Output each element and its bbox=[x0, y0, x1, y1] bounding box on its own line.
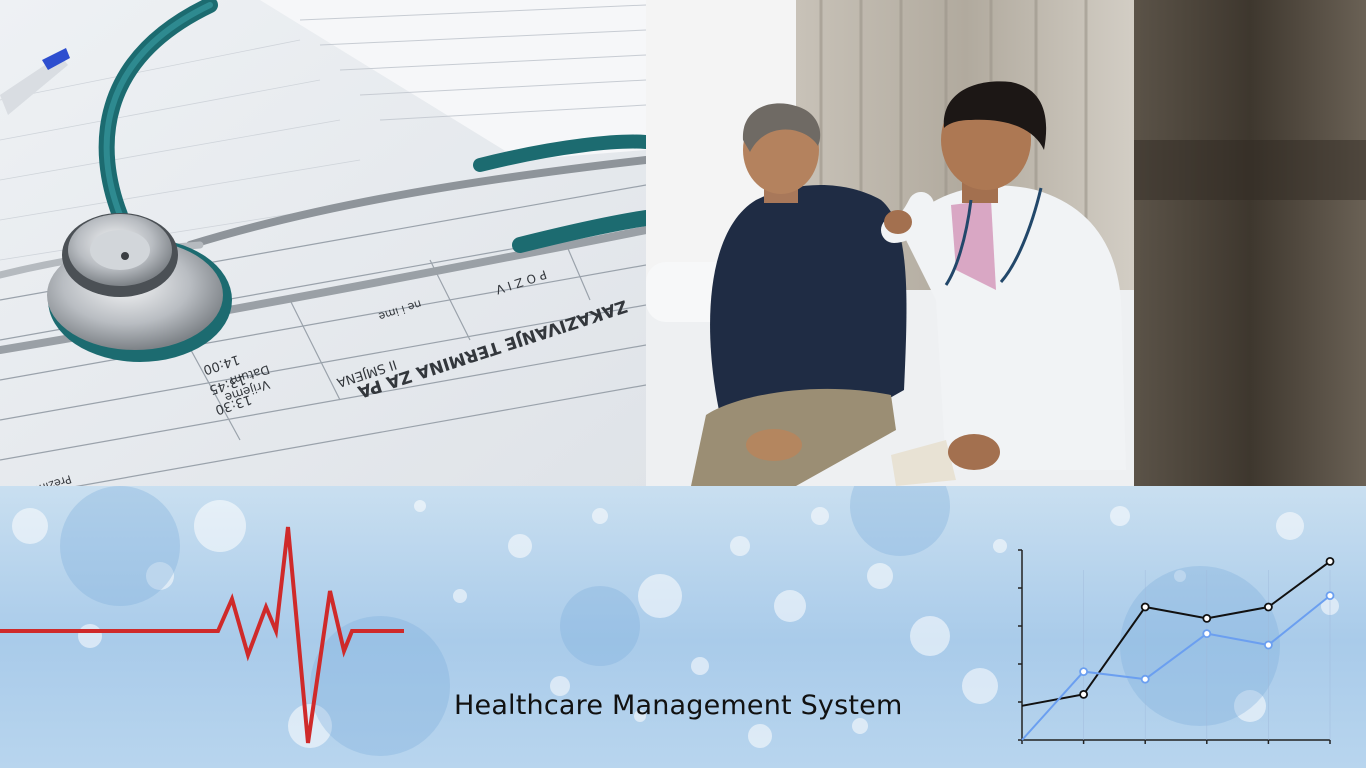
series-line-1 bbox=[1021, 594, 1331, 741]
series-0-point bbox=[1263, 602, 1273, 612]
series-0-point bbox=[1325, 556, 1335, 566]
series-1-point bbox=[1263, 640, 1273, 650]
stethoscope-photo: ZAKAZIVANJE TERMINA ZA PA II SMJENA POZI… bbox=[0, 0, 646, 503]
series-0-point bbox=[1140, 602, 1150, 612]
series-1-point bbox=[1325, 591, 1335, 600]
chart-axes bbox=[1018, 549, 1331, 744]
series-1-point bbox=[1079, 667, 1088, 677]
series-0-point bbox=[1202, 614, 1212, 623]
series-1-point bbox=[1140, 674, 1150, 684]
series-0-point bbox=[1079, 689, 1088, 699]
doctor-patient-photo bbox=[646, 0, 1366, 486]
heartbeat-icon bbox=[0, 526, 404, 744]
chart-series bbox=[1021, 556, 1335, 741]
trend-chart bbox=[1018, 549, 1335, 744]
page-title: Healthcare Management System bbox=[454, 690, 903, 721]
series-1-point bbox=[1202, 629, 1212, 638]
